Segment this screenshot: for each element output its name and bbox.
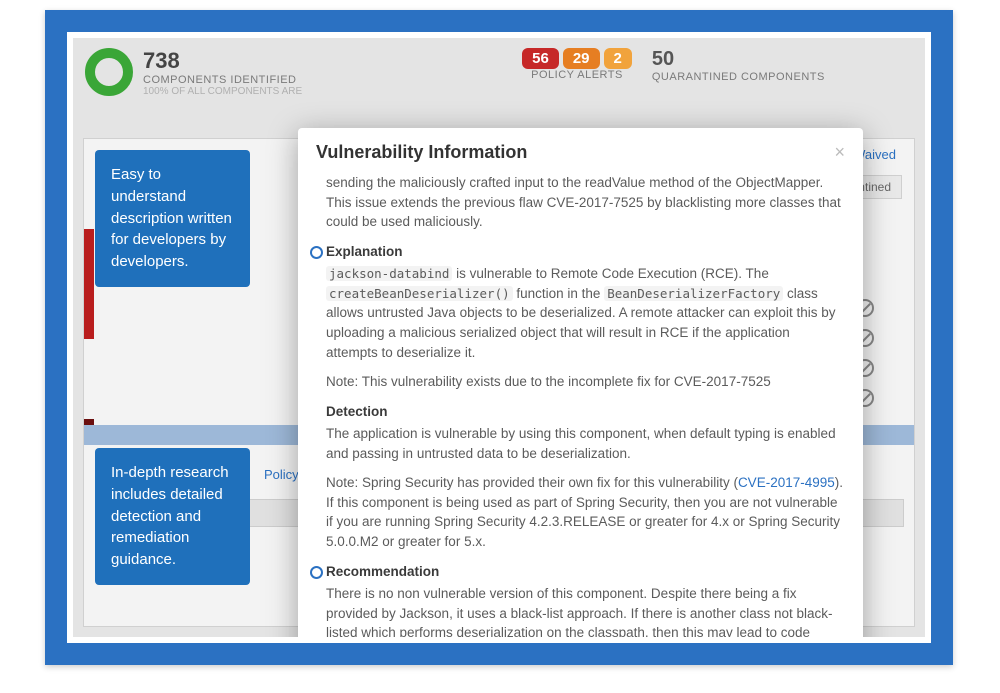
section-title-explanation: Explanation [326, 242, 843, 262]
modal-body[interactable]: sending the maliciously crafted input to… [298, 173, 863, 637]
modal-title: Vulnerability Information [316, 142, 527, 163]
alert-pill-severe[interactable]: 29 [563, 48, 600, 69]
close-icon[interactable]: × [834, 142, 845, 163]
quarantined-label: QUARANTINED COMPONENTS [652, 71, 825, 83]
recommendation-p1: There is no non vulnerable version of th… [326, 584, 843, 637]
alert-pill-moderate[interactable]: 2 [604, 48, 632, 69]
alert-pill-critical[interactable]: 56 [522, 48, 559, 69]
components-count: 738 [143, 48, 302, 74]
severity-indicator [84, 229, 94, 339]
detection-p1: The application is vulnerable by using t… [326, 424, 843, 463]
annotation-callout-research: In-depth research includes detailed dete… [95, 448, 250, 585]
code-snippet: createBeanDeserializer() [326, 286, 513, 301]
annotation-callout-description: Easy to understand description written f… [95, 150, 250, 287]
app-background: 738 COMPONENTS IDENTIFIED 100% OF ALL CO… [73, 38, 925, 637]
donut-chart-icon [85, 48, 133, 96]
vulnerability-modal: Vulnerability Information × sending the … [298, 128, 863, 637]
cve-link[interactable]: CVE-2017-4995 [738, 475, 835, 490]
quarantined-count: 50 [652, 48, 825, 71]
explanation-text: jackson-databind is vulnerable to Remote… [326, 264, 843, 362]
policy-alerts-stat: 56 29 2 POLICY ALERTS [522, 48, 632, 81]
code-snippet: jackson-databind [326, 266, 452, 281]
section-title-detection: Detection [326, 402, 843, 422]
stats-bar: 738 COMPONENTS IDENTIFIED 100% OF ALL CO… [73, 48, 925, 97]
intro-text: sending the maliciously crafted input to… [326, 173, 843, 232]
tab-policy[interactable]: Policy [264, 467, 299, 482]
components-sub: 100% OF ALL COMPONENTS ARE [143, 86, 302, 97]
explanation-note: Note: This vulnerability exists due to t… [326, 372, 843, 392]
code-snippet: BeanDeserializerFactory [604, 286, 783, 301]
components-label: COMPONENTS IDENTIFIED [143, 74, 302, 86]
quarantined-stat: 50 QUARANTINED COMPONENTS [652, 48, 825, 83]
components-stat: 738 COMPONENTS IDENTIFIED 100% OF ALL CO… [143, 48, 302, 97]
detection-p2: Note: Spring Security has provided their… [326, 473, 843, 551]
policy-alerts-label: POLICY ALERTS [531, 69, 623, 81]
section-title-recommendation: Recommendation [326, 562, 843, 582]
